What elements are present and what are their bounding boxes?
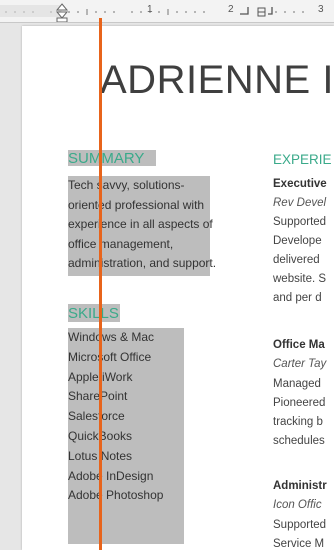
skill-item: Lotus Notes	[68, 448, 133, 463]
skill-item: Microsoft Office	[68, 349, 152, 364]
resume-name[interactable]: ADRIENNE I	[100, 58, 334, 103]
experience-line: tracking b	[273, 416, 323, 428]
column-guide-line	[99, 18, 102, 550]
summary-line: administration, and support.	[68, 256, 217, 271]
ruler-label-3: 3	[318, 4, 324, 15]
experience-title[interactable]: Administr	[273, 480, 327, 492]
experience-line: Supported	[273, 519, 327, 531]
summary-heading[interactable]: SUMMARY	[68, 150, 144, 168]
experience-line: Develope	[273, 235, 322, 247]
experience-line: Pioneered	[273, 397, 326, 409]
document-page[interactable]: ADRIENNE I SUMMARY Tech savvy, solutions…	[22, 26, 334, 550]
skills-heading[interactable]: SKILLS	[68, 305, 119, 323]
experience-line: website. S	[273, 273, 327, 285]
skill-item: Apple iWork	[68, 369, 133, 384]
experience-title[interactable]: Executive	[273, 178, 327, 190]
summary-line: experience in all aspects of	[68, 217, 213, 232]
ruler-ticks	[0, 3, 304, 22]
horizontal-ruler[interactable]: 1 2 3	[0, 0, 334, 23]
summary-line: Tech savvy, solutions-	[68, 178, 185, 192]
skills-list[interactable]: Windows & Mac Microsoft Office Apple iWo…	[68, 328, 198, 506]
summary-line: office management,	[68, 236, 174, 251]
ruler-label-2: 2	[228, 4, 234, 15]
summary-text[interactable]: Tech savvy, solutions- oriented professi…	[68, 176, 218, 274]
experience-company[interactable]: Carter Tay	[273, 358, 326, 370]
experience-line: delivered	[273, 254, 320, 266]
experience-line: schedules	[273, 435, 325, 447]
skill-item: Windows & Mac	[68, 330, 155, 344]
experience-line: Managed	[273, 378, 321, 390]
skill-item: Adobe Photoshop	[68, 488, 164, 503]
experience-company[interactable]: Rev Devel	[273, 197, 326, 209]
experience-heading[interactable]: EXPERIE	[273, 151, 332, 169]
ruler-label-1: 1	[147, 4, 153, 15]
experience-line: Supported	[273, 216, 327, 228]
summary-line: oriented professional with	[68, 197, 205, 212]
experience-title[interactable]: Office Ma	[273, 339, 325, 351]
skill-item: SharePoint	[68, 389, 128, 404]
experience-line: Service M	[273, 538, 325, 550]
experience-company[interactable]: Icon Offic	[273, 499, 322, 511]
skill-item: Salesforce	[68, 409, 125, 424]
skill-item: Adobe InDesign	[68, 468, 154, 483]
experience-line: and per d	[273, 292, 322, 304]
skill-item: QuickBooks	[68, 427, 198, 447]
